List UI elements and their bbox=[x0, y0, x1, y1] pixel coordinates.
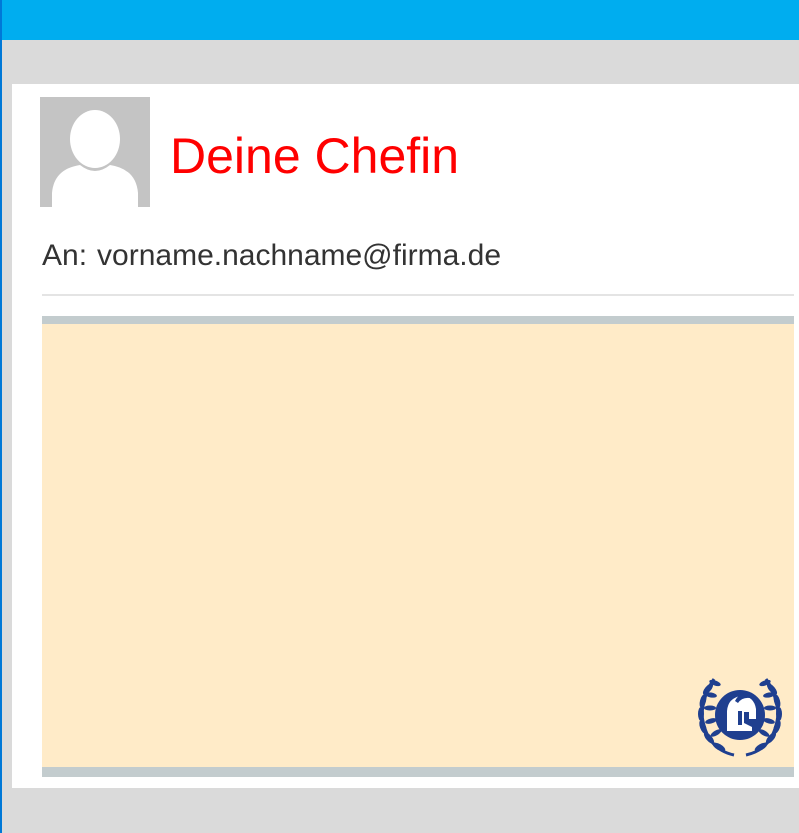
status-strip bbox=[12, 788, 799, 833]
person-silhouette-icon bbox=[40, 97, 150, 207]
message-body[interactable] bbox=[42, 316, 794, 777]
sender-avatar bbox=[40, 97, 150, 207]
header-divider bbox=[42, 294, 794, 296]
recipient-address[interactable]: vorname.nachname@firma.de bbox=[97, 239, 501, 272]
title-bar[interactable] bbox=[2, 0, 799, 40]
toolbar-strip bbox=[12, 40, 799, 84]
left-frame bbox=[2, 40, 12, 833]
spartan-helmet-laurel-icon bbox=[698, 678, 782, 757]
to-label: An: bbox=[42, 239, 88, 272]
sender-name[interactable]: Deine Chefin bbox=[170, 126, 459, 186]
email-window: Deine Chefin An: vorname.nachname@firma.d… bbox=[0, 0, 799, 833]
recipient-line: An: vorname.nachname@firma.de bbox=[42, 236, 501, 276]
